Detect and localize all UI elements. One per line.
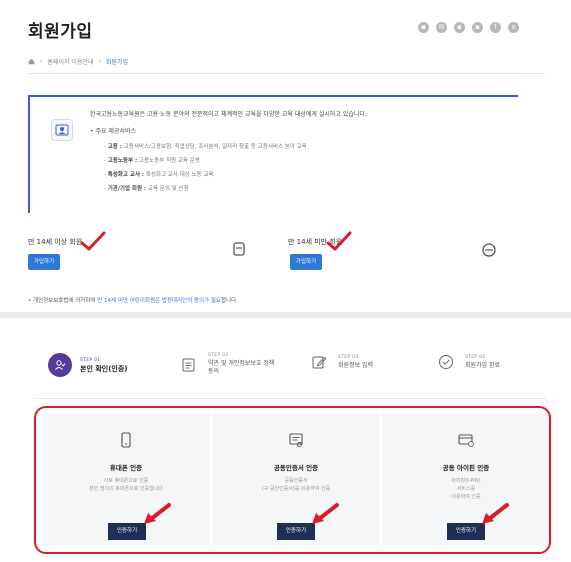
list-item: - 기관/기업 회원 : 교육 문의 및 신청: [104, 186, 189, 192]
share-icons: ▪ ✉ ▪ ▪ f x: [418, 22, 519, 33]
divider: [28, 73, 545, 74]
privacy-note: • 개인정보보호법에 의거하여 만 14세 미만 어린이회원은 법정대리인의 동…: [28, 298, 238, 304]
step-number: STEP 04: [465, 354, 486, 360]
step-2: STEP 02 약관 및 개인정보보호 정책 동의: [180, 353, 280, 376]
step-number: STEP 02: [208, 353, 229, 358]
person-check-icon: [48, 353, 72, 377]
info-box: 한국고용노동교육원은 고용·노동 분야의 전문적이고 체계적인 교육을 다양한 …: [28, 95, 518, 213]
auth-desc: 공동인증서 (구 공인인증서)를 이용하여 인증: [261, 478, 331, 492]
document-icon: [182, 358, 195, 371]
child-icon: [482, 243, 496, 257]
ipin-card-icon: [458, 434, 474, 447]
step-4: STEP 04 회원가입 완료: [437, 353, 500, 371]
join-under14-button[interactable]: 가입하기: [290, 254, 322, 270]
over14-label: 만 14세 이상 회원: [28, 238, 83, 246]
services-title: • 주요 제공서비스: [90, 128, 136, 135]
auth-title: 휴대폰 인증: [109, 464, 143, 472]
step-3: STEP 03 회원정보 입력: [310, 353, 373, 371]
join-over14-button[interactable]: 가입하기: [28, 254, 60, 270]
certificate-auth-button[interactable]: 인증하기: [277, 523, 315, 540]
print-icon[interactable]: ▪: [418, 22, 429, 33]
step-label: 약관 및 개인정보보호 정책 동의: [208, 360, 275, 375]
under14-label: 만 14세 미만 회원: [288, 238, 343, 246]
auth-desc: 자료 휴대폰으로 인증 본인 명의의 휴대폰으로 인증합니다: [89, 478, 163, 492]
facebook-icon[interactable]: f: [490, 22, 501, 33]
step-label: 회원정보 입력: [338, 361, 374, 369]
steps-divider: [36, 398, 546, 399]
auth-title: 공동 아이핀 인증: [442, 464, 490, 472]
breadcrumb: › 홈페이지 이용안내 › 회원가입: [28, 57, 128, 66]
step-label: 본인 확인(인증): [80, 364, 128, 373]
mobile-icon: [121, 432, 131, 448]
check-circle-icon: [439, 355, 453, 369]
mobile-auth-button[interactable]: 인증하기: [108, 523, 146, 540]
step-number: STEP 03: [338, 354, 359, 360]
breadcrumb-current[interactable]: 회원가입: [106, 57, 128, 66]
membership-intro-panel: 회원가입 ▪ ✉ ▪ ▪ f x › 홈페이지 이용안내 › 회원가입 한국고용…: [0, 0, 571, 312]
list-item: - 특성화고 교사 : 특성화고 교사 대상 노동 교육: [104, 172, 214, 178]
home-icon[interactable]: [28, 58, 35, 65]
list-item: - 고용노동부 : 고용노동부 직원 교육 운영: [104, 158, 200, 164]
certificate-icon: [289, 433, 303, 447]
services-list: - 고용 : 고용서비스/고용보험, 직업상담, 조사분석, 일자리 창출 등 …: [104, 140, 307, 196]
step-1: STEP 01 본인 확인(인증): [48, 353, 127, 377]
edit-icon: [312, 356, 327, 369]
id-card-icon: [51, 119, 73, 141]
page-title: 회원가입: [28, 22, 93, 42]
step-label: 회원가입 완료: [465, 361, 501, 369]
step-number: STEP 01: [80, 357, 101, 363]
adult-icon: [233, 242, 245, 256]
red-check-annotation: [80, 231, 106, 251]
auth-desc: 아이핀(I-PIN) 서비스를 이용하여 인증: [451, 478, 481, 500]
x-icon[interactable]: x: [508, 22, 519, 33]
list-item: - 고용 : 고용서비스/고용보험, 직업상담, 조사분석, 일자리 창출 등 …: [104, 144, 307, 150]
info-intro: 한국고용노동교육원은 고용·노동 분야의 전문적이고 체계적인 교육을 다양한 …: [90, 111, 367, 118]
copy-icon[interactable]: ▪: [472, 22, 483, 33]
auth-title: 공동인증서 인증: [273, 464, 319, 472]
breadcrumb-item[interactable]: 홈페이지 이용안내: [47, 57, 93, 66]
bookmark-icon[interactable]: ▪: [454, 22, 465, 33]
guardian-consent-link[interactable]: 만 14세 미만 어린이회원은 법정대리인의 동의가 필요: [97, 298, 221, 304]
email-icon[interactable]: ✉: [436, 22, 447, 33]
ipin-auth-button[interactable]: 인증하기: [447, 523, 485, 540]
